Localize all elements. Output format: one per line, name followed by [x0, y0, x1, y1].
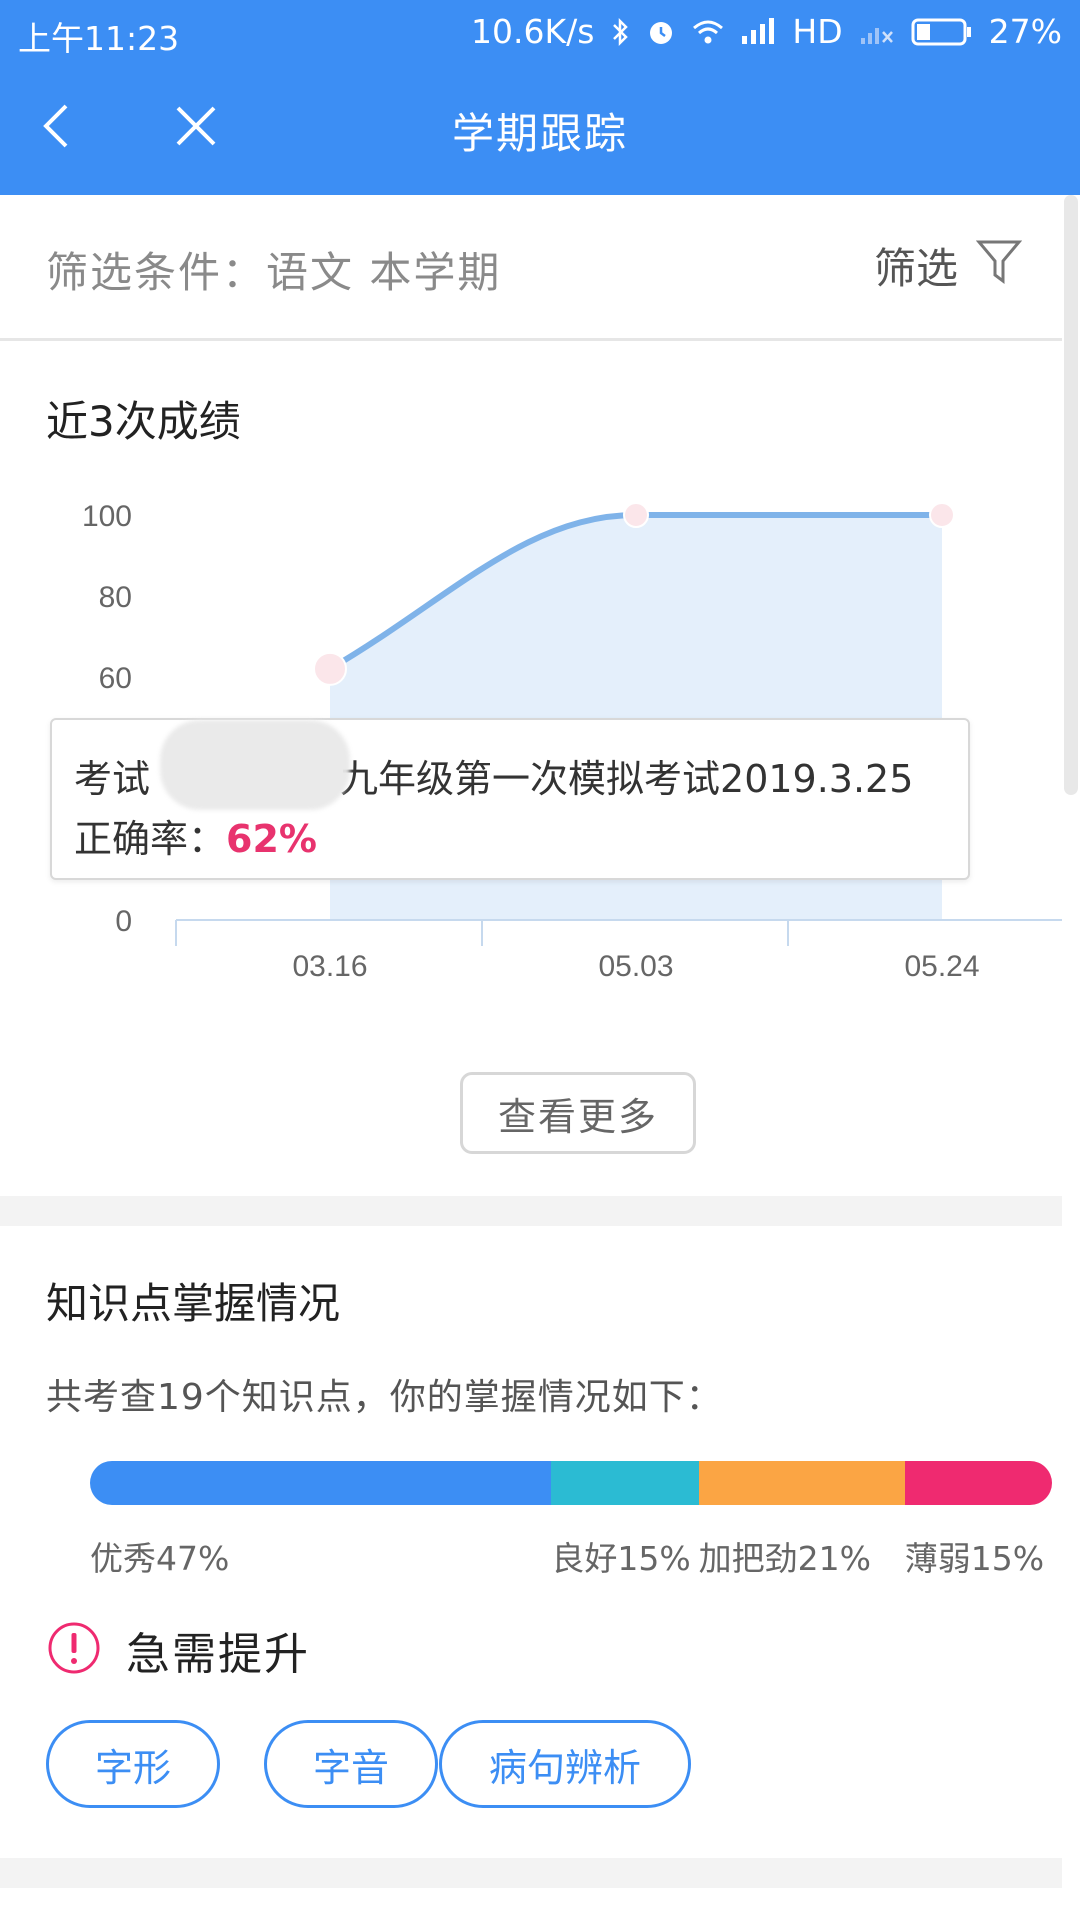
urgent-header: 急需提升 [46, 1618, 310, 1682]
knowledge-title: 知识点掌握情况 [46, 1279, 341, 1328]
y-tick-label: 100 [82, 500, 132, 533]
tooltip-rate-label: 正确率： [74, 817, 227, 861]
x-tick-label: 03.16 [292, 950, 367, 983]
nav-bar: 学期跟踪 [0, 64, 1080, 195]
status-time: 上午11:23 [18, 19, 180, 58]
mastery-labels: 优秀47% 良好15% 加把劲21% 薄弱15% [0, 1532, 1062, 1582]
mastery-segment-2 [551, 1461, 699, 1505]
mastery-label-3: 加把劲21% [698, 1539, 871, 1578]
data-point-1 [313, 651, 347, 686]
scrollbar[interactable] [1064, 195, 1078, 795]
tag-zixing[interactable]: 字形 [46, 1720, 220, 1808]
hd-indicator: HD [792, 12, 843, 51]
tooltip-rate-value: 62% [226, 817, 317, 861]
top-bar: 上午11:23 10.6K/s HD 27% 学期跟踪 [0, 0, 1080, 195]
x-tick-label: 05.24 [904, 950, 979, 983]
filter-label: 筛选 [873, 244, 958, 293]
x-tick-label: 05.03 [598, 950, 673, 983]
tooltip-exam-name: 九年级第一次模拟考试2019.3.25 [340, 757, 914, 801]
tooltip-rate-line: 正确率：62% [74, 808, 317, 863]
battery-icon [911, 17, 973, 47]
view-more-button[interactable]: 查看更多 [460, 1072, 696, 1154]
mastery-segment-4 [904, 1461, 1052, 1505]
mastery-segment-1 [90, 1461, 552, 1505]
page-title: 学期跟踪 [451, 109, 628, 158]
knowledge-summary: 共考查19个知识点，你的掌握情况如下： [46, 1377, 723, 1418]
filter-conditions: 筛选条件：语文 本学期 [46, 248, 502, 297]
tag-ziyin[interactable]: 字音 [264, 1720, 438, 1808]
data-point-3 [929, 502, 955, 528]
y-tick-label: 0 [115, 905, 132, 938]
y-tick-label: 80 [99, 581, 132, 614]
status-bar: 上午11:23 10.6K/s HD 27% [0, 0, 1080, 64]
recent-scores-title: 近3次成绩 [46, 397, 241, 446]
tooltip-exam-prefix: 考试 [74, 757, 151, 801]
network-speed: 10.6K/s [470, 12, 595, 51]
mastery-label-2: 良好15% [551, 1539, 691, 1578]
wifi-icon [692, 18, 724, 46]
mastery-label-4: 薄弱15% [904, 1539, 1045, 1578]
alert-icon [46, 1620, 102, 1680]
y-tick-label: 60 [99, 662, 132, 695]
mastery-bar [90, 1461, 1052, 1505]
tag-bingju[interactable]: 病句辨析 [439, 1720, 691, 1808]
data-point-2 [623, 502, 649, 528]
status-right: 10.6K/s HD 27% [471, 12, 1062, 51]
filter-button[interactable]: 筛选 [873, 235, 1023, 296]
section-divider [0, 1196, 1062, 1226]
bluetooth-icon [610, 17, 630, 47]
urgent-title: 急需提升 [126, 1629, 310, 1680]
filter-bar: 筛选条件：语文 本学期 筛选 [0, 195, 1062, 341]
signal-off-icon [859, 18, 895, 46]
mastery-label-1: 优秀47% [90, 1539, 230, 1578]
bottom-divider [0, 1858, 1062, 1888]
filter-icon [975, 237, 1023, 295]
blurred-redaction [160, 720, 350, 810]
mastery-segment-3 [698, 1461, 905, 1505]
battery-percent: 27% [988, 12, 1062, 51]
signal-icon [740, 17, 776, 46]
alarm-icon [646, 17, 676, 47]
